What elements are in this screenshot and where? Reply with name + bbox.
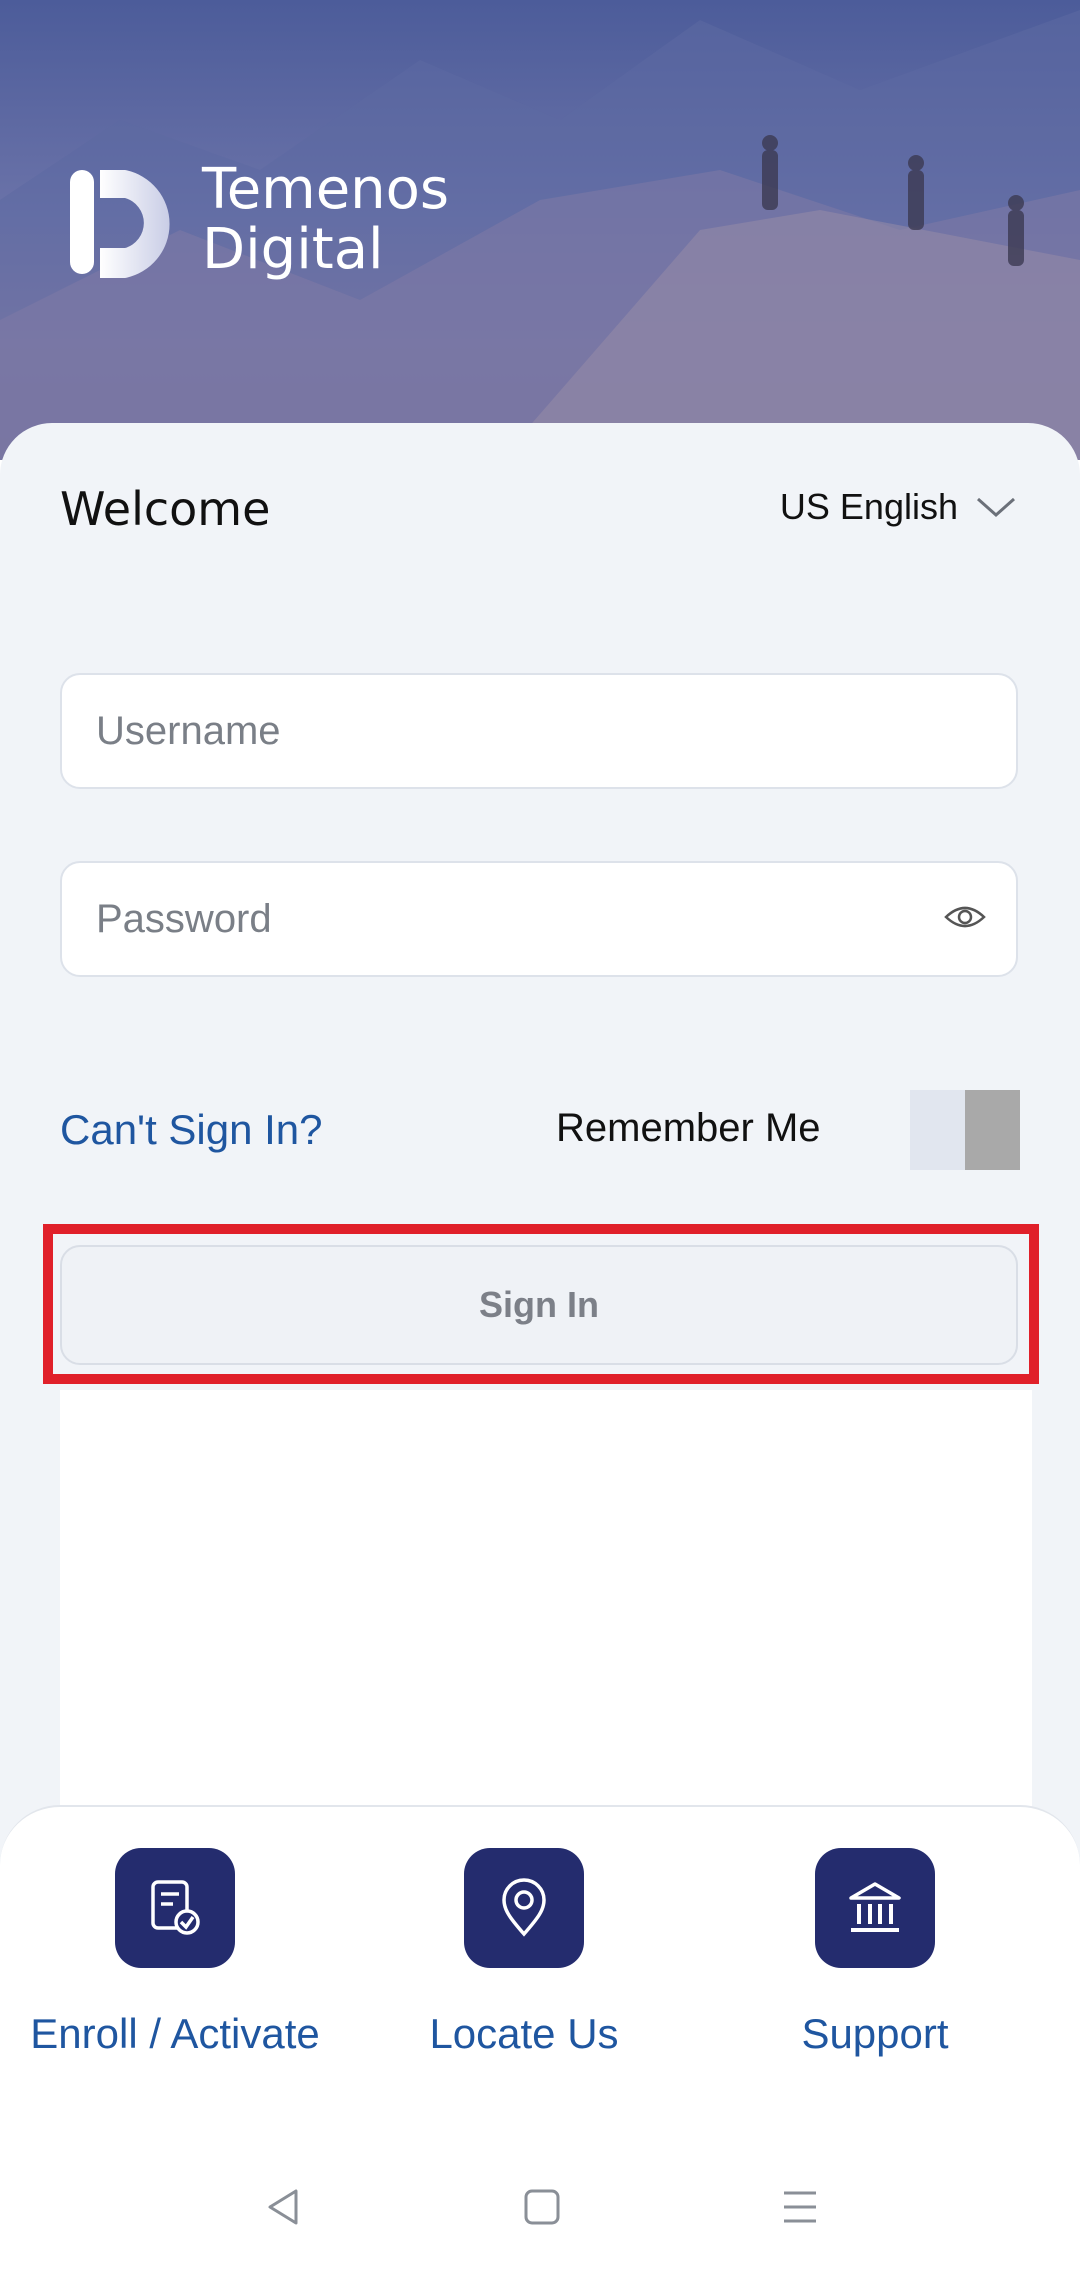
welcome-title: Welcome — [60, 482, 271, 536]
chevron-down-icon — [977, 497, 1015, 518]
highlight-box — [43, 1224, 1039, 1384]
remember-me-toggle[interactable] — [910, 1090, 1020, 1170]
home-icon[interactable] — [520, 2185, 564, 2229]
system-navigation-bar — [0, 2145, 1080, 2278]
enroll-activate-label: Enroll / Activate — [30, 2010, 320, 2057]
support-action[interactable]: Support — [695, 1848, 1055, 2058]
bank-icon — [849, 1882, 901, 1932]
hero-banner: Temenos Digital — [0, 0, 1080, 460]
enroll-tile[interactable] — [115, 1848, 235, 1968]
temenos-logo-icon — [70, 170, 170, 278]
language-label: US English — [779, 486, 958, 527]
locate-tile[interactable] — [464, 1848, 584, 1968]
eye-icon[interactable] — [944, 901, 986, 933]
brand-logo: Temenos Digital — [70, 160, 449, 280]
password-input[interactable] — [62, 863, 930, 975]
brand-name-line1: Temenos — [202, 157, 450, 222]
brand-name: Temenos Digital — [202, 160, 449, 280]
locate-us-label: Locate Us — [429, 2010, 619, 2057]
username-input[interactable] — [62, 675, 930, 787]
support-label: Support — [801, 2010, 949, 2057]
language-selector[interactable]: US English — [780, 486, 1016, 528]
content-area — [60, 1390, 1032, 1810]
toggle-knob — [965, 1090, 1020, 1170]
brand-name-line2: Digital — [202, 217, 384, 282]
password-field[interactable] — [60, 861, 1018, 977]
username-field[interactable] — [60, 673, 1018, 789]
support-tile[interactable] — [815, 1848, 935, 1968]
cant-sign-in-link[interactable]: Can't Sign In? — [60, 1106, 323, 1154]
menu-icon[interactable] — [778, 2185, 822, 2229]
location-pin-icon — [502, 1878, 546, 1937]
locate-us-action[interactable]: Locate Us — [344, 1848, 704, 2058]
remember-me-label: Remember Me — [556, 1106, 821, 1150]
enroll-activate-action[interactable]: Enroll / Activate — [0, 1848, 355, 2058]
document-check-icon — [151, 1880, 200, 1935]
back-icon[interactable] — [262, 2185, 306, 2229]
